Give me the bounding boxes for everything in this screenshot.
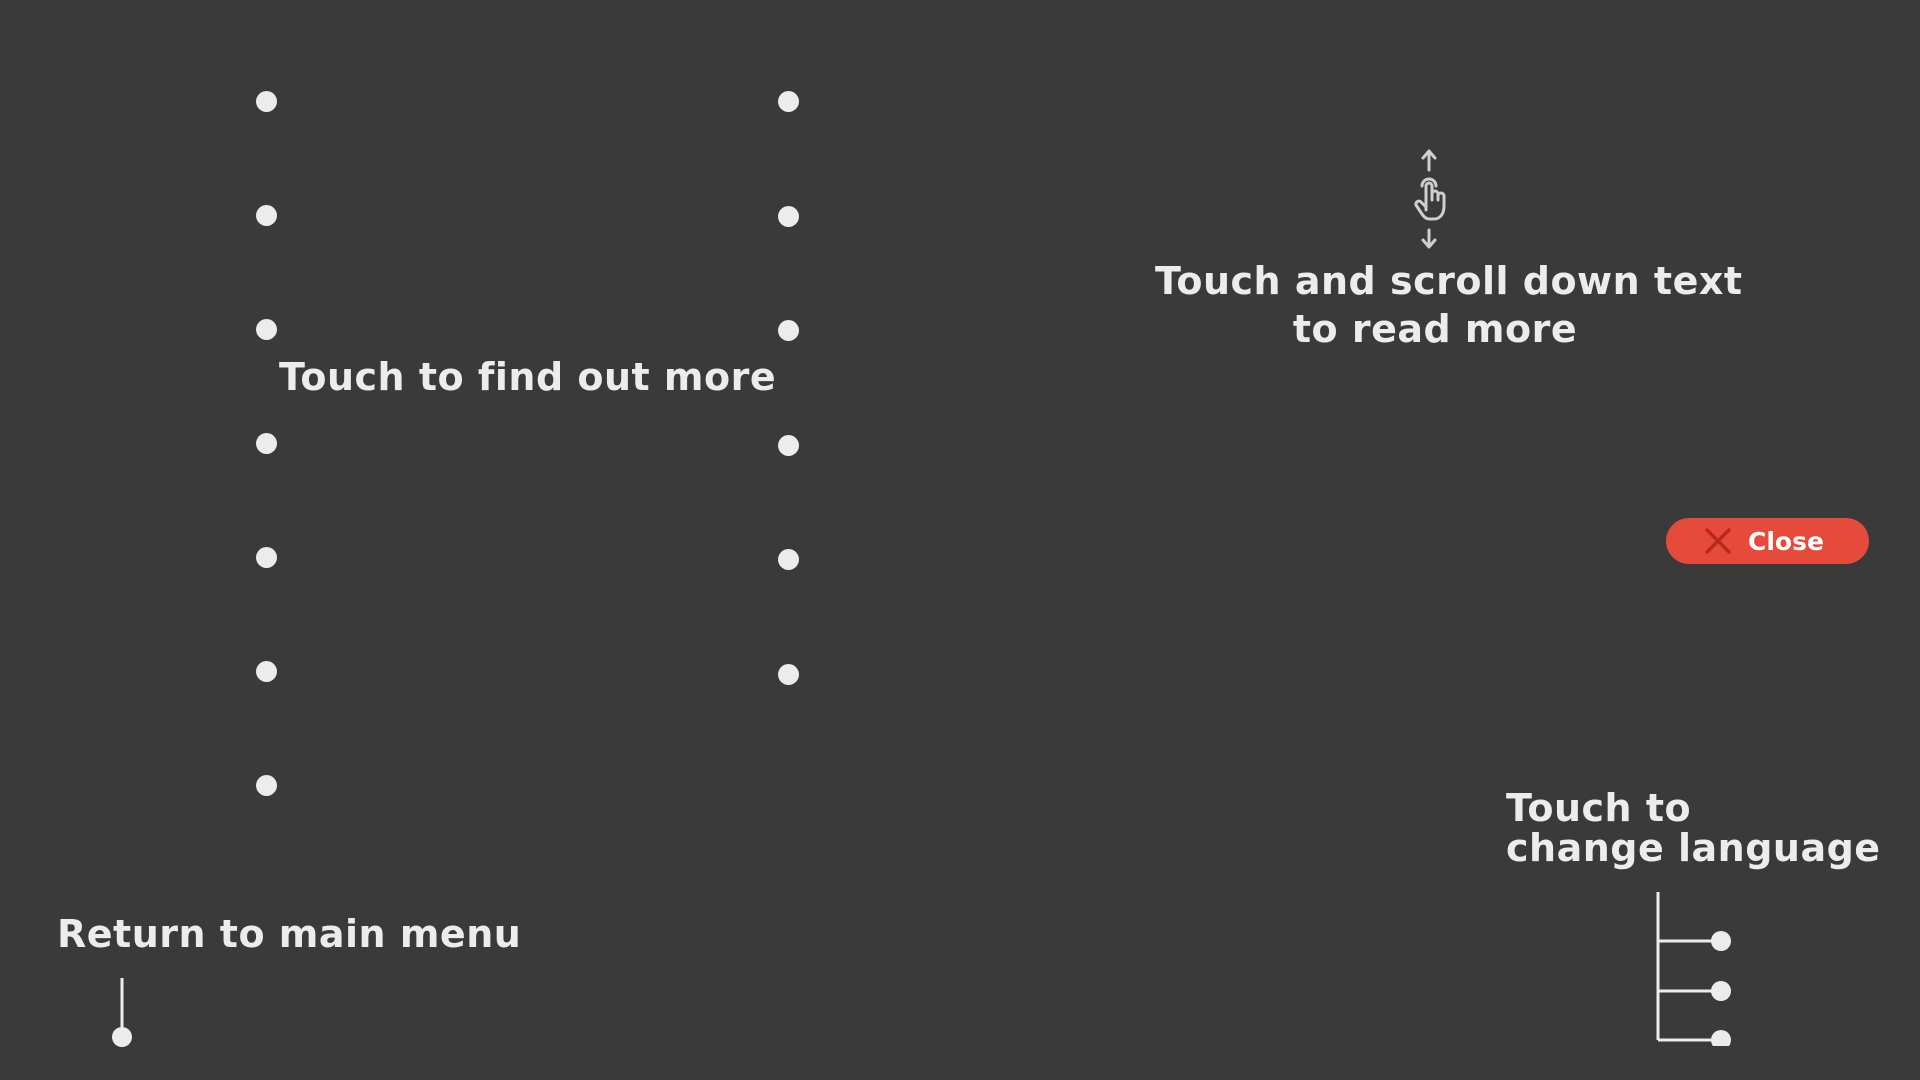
- hotspot-dot[interactable]: [256, 775, 277, 796]
- find-out-more-hint: Touch to find out more: [279, 355, 777, 399]
- scroll-hint-line1: Touch and scroll down text: [1155, 259, 1743, 303]
- hotspot-dot[interactable]: [256, 205, 277, 226]
- hotspot-dot[interactable]: [778, 664, 799, 685]
- change-language-line1: Touch to: [1506, 786, 1692, 830]
- hotspot-dot[interactable]: [256, 661, 277, 682]
- scroll-finger-icon: [1414, 149, 1446, 249]
- close-x-icon: [1705, 528, 1731, 554]
- close-button-label: Close: [1748, 526, 1824, 556]
- return-menu-hint: Return to main menu: [57, 912, 522, 956]
- hotspot-dot[interactable]: [256, 91, 277, 112]
- hotspot-dot[interactable]: [256, 319, 277, 340]
- language-option-dot[interactable]: [1711, 981, 1731, 1001]
- scroll-hint: Touch and scroll down text to read more: [1155, 257, 1743, 353]
- hotspot-dot[interactable]: [256, 433, 277, 454]
- hotspot-dot[interactable]: [778, 435, 799, 456]
- scroll-hint-line2: to read more: [1292, 307, 1578, 351]
- hotspot-dot[interactable]: [256, 547, 277, 568]
- hotspot-dot[interactable]: [778, 549, 799, 570]
- tree-branches-icon[interactable]: [1652, 890, 1738, 1046]
- pin-icon[interactable]: [110, 976, 134, 1048]
- language-option-dot[interactable]: [1711, 931, 1731, 951]
- hotspot-dot[interactable]: [778, 91, 799, 112]
- change-language-line2: change language: [1506, 826, 1881, 870]
- close-button[interactable]: Close: [1666, 518, 1869, 564]
- hotspot-dot[interactable]: [778, 206, 799, 227]
- hotspot-dot[interactable]: [778, 320, 799, 341]
- language-option-dot[interactable]: [1711, 1030, 1731, 1046]
- change-language-hint: Touch to change language: [1506, 788, 1881, 868]
